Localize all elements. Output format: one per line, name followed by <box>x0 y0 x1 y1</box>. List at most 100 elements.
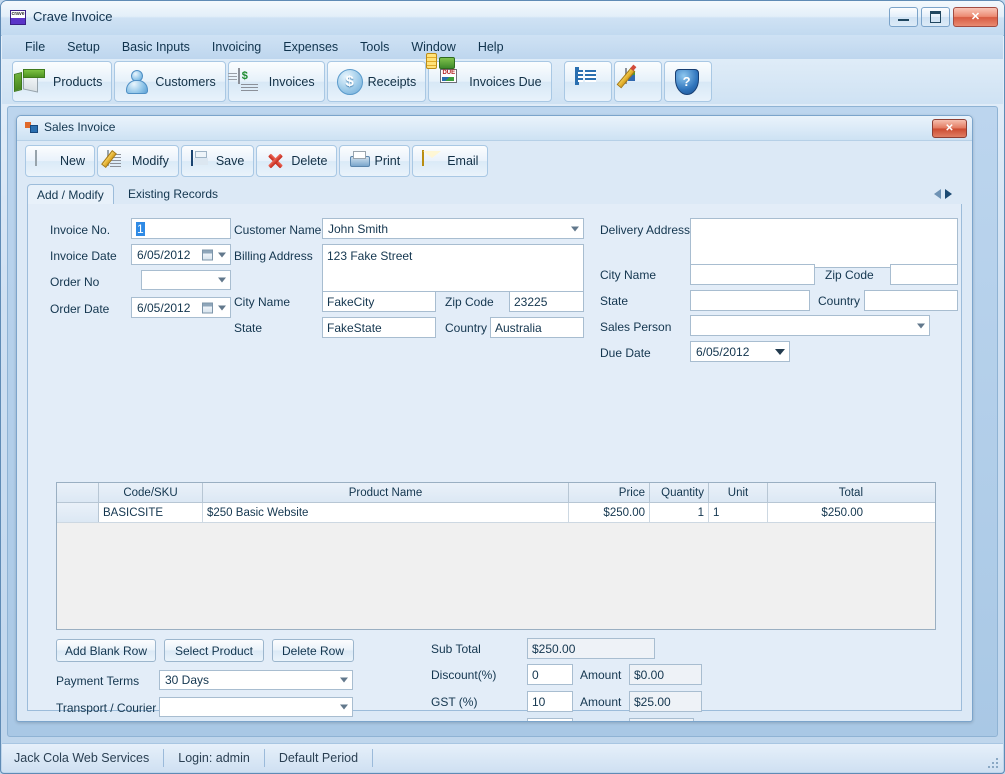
help-shield-icon: ? <box>674 68 701 95</box>
cell-price[interactable]: $250.00 <box>569 503 650 522</box>
sales-person-combo[interactable] <box>690 315 930 336</box>
money-due-icon: DUE <box>426 52 464 95</box>
minimize-button[interactable] <box>889 7 918 27</box>
payment-terms-combo[interactable]: 30 Days <box>159 670 353 690</box>
grid-header-unit[interactable]: Unit <box>709 483 768 502</box>
toolbar-button-customers[interactable]: Customers <box>114 61 226 102</box>
menu-item-setup[interactable]: Setup <box>56 37 111 57</box>
chevron-down-icon[interactable] <box>775 348 785 355</box>
scroll-right-icon[interactable] <box>945 189 952 199</box>
toolbar-button-edit-note[interactable] <box>613 61 662 102</box>
cell-code[interactable]: BASICSITE <box>99 503 203 522</box>
menu-item-expenses[interactable]: Expenses <box>272 37 349 57</box>
label-delivery-country: Country <box>818 294 861 308</box>
customer-name-combo[interactable]: John Smith <box>322 218 584 239</box>
tab-existing-records[interactable]: Existing Records <box>119 184 227 205</box>
toolbar-button-help[interactable]: ? <box>663 61 712 102</box>
chevron-down-icon[interactable] <box>571 226 579 231</box>
menu-item-help[interactable]: Help <box>467 37 515 57</box>
table-row[interactable]: BASICSITE $250 Basic Website $250.00 1 1… <box>57 503 935 523</box>
toolbar-button-receipts[interactable]: $ Receipts <box>326 61 427 102</box>
mdi-client-area: Sales Invoice ✕ New Modify Save Delete P… <box>7 106 998 737</box>
menu-item-file[interactable]: File <box>14 37 56 57</box>
child-close-button[interactable]: ✕ <box>932 119 967 138</box>
billing-country-value: Australia <box>495 320 542 335</box>
billing-state-value: FakeState <box>327 320 382 335</box>
calendar-icon[interactable] <box>202 249 213 260</box>
transport-courier-combo[interactable] <box>159 697 353 717</box>
close-button[interactable]: ✕ <box>953 7 998 27</box>
chevron-down-icon[interactable] <box>917 323 925 328</box>
delivery-address-textarea[interactable] <box>690 218 958 268</box>
discount-pct-input[interactable]: 0 <box>527 664 573 685</box>
cell-quantity[interactable]: 1 <box>650 503 709 522</box>
resize-grip[interactable] <box>986 756 1000 770</box>
button-label: New <box>60 153 86 168</box>
sub-total-text: $250.00 <box>532 641 576 656</box>
grid-header-total[interactable]: Total <box>768 483 867 502</box>
row-selector-cell[interactable] <box>57 503 99 522</box>
billing-state-input[interactable]: FakeState <box>322 317 436 338</box>
cell-total[interactable]: $250.00 <box>768 503 867 522</box>
delete-row-button[interactable]: Delete Row <box>272 639 354 662</box>
grid-header-product[interactable]: Product Name <box>203 483 569 502</box>
due-date-combo[interactable]: 6/05/2012 <box>690 341 790 362</box>
order-date-picker[interactable]: 6/05/2012 <box>131 297 231 318</box>
order-no-combo[interactable] <box>141 270 231 290</box>
delivery-country-input[interactable] <box>864 290 958 311</box>
select-product-button[interactable]: Select Product <box>164 639 264 662</box>
tab-add-modify[interactable]: Add / Modify <box>27 184 114 205</box>
chevron-down-icon[interactable] <box>340 704 348 710</box>
menu-item-tools[interactable]: Tools <box>349 37 400 57</box>
grid-header-price[interactable]: Price <box>569 483 650 502</box>
status-login: Login: admin <box>164 749 265 767</box>
cell-product-name[interactable]: $250 Basic Website <box>203 503 569 522</box>
sales-invoice-window: Sales Invoice ✕ New Modify Save Delete P… <box>16 115 973 722</box>
new-button[interactable]: New <box>25 144 96 177</box>
label-gst-amount: Amount <box>580 695 622 709</box>
discount-amount-text: $0.00 <box>634 667 665 682</box>
billing-zip-input[interactable]: 23225 <box>509 291 584 312</box>
chevron-down-icon[interactable] <box>218 277 226 283</box>
billing-city-input[interactable]: FakeCity <box>322 291 436 312</box>
grid-header-quantity[interactable]: Quantity <box>650 483 709 502</box>
menu-item-basic-inputs[interactable]: Basic Inputs <box>111 37 201 57</box>
dollar-circle-icon: $ <box>336 68 363 95</box>
shipping-pct-input[interactable]: 0 <box>527 718 573 721</box>
tab-scroll-controls[interactable] <box>934 187 960 201</box>
customer-name-value: John Smith <box>328 221 389 236</box>
delivery-zip-input[interactable] <box>890 264 958 285</box>
chevron-down-icon[interactable] <box>218 252 226 257</box>
billing-country-input[interactable]: Australia <box>490 317 584 338</box>
delivery-city-input[interactable] <box>690 264 815 285</box>
label-discount-amount: Amount <box>580 668 622 682</box>
scroll-left-icon[interactable] <box>934 189 941 199</box>
maximize-button[interactable] <box>921 7 950 27</box>
toolbar-button-invoices[interactable]: $ Invoices <box>227 61 325 102</box>
grid-header-code[interactable]: Code/SKU <box>99 483 203 502</box>
chevron-down-icon[interactable] <box>340 677 348 683</box>
toolbar-button-list-view[interactable] <box>563 61 612 102</box>
window-controls: ✕ <box>889 7 998 27</box>
toolbar-button-products[interactable]: Products <box>12 61 113 102</box>
calendar-icon[interactable] <box>202 302 213 313</box>
button-label: Modify <box>132 153 169 168</box>
gst-pct-input[interactable]: 10 <box>527 691 573 712</box>
invoice-no-input[interactable]: 1 <box>131 218 231 239</box>
delivery-state-input[interactable] <box>690 290 810 311</box>
menu-item-invoicing[interactable]: Invoicing <box>201 37 272 57</box>
invoice-items-grid[interactable]: Code/SKU Product Name Price Quantity Uni… <box>56 482 936 630</box>
cell-unit[interactable]: 1 <box>709 503 768 522</box>
print-button[interactable]: Print <box>339 144 411 177</box>
label-order-date: Order Date <box>50 302 110 316</box>
form-toolbar: New Modify Save Delete Print Email <box>17 140 972 181</box>
chevron-down-icon[interactable] <box>218 305 226 310</box>
invoice-date-picker[interactable]: 6/05/2012 <box>131 244 231 265</box>
modify-button[interactable]: Modify <box>97 144 179 177</box>
add-blank-row-button[interactable]: Add Blank Row <box>56 639 156 662</box>
billing-address-textarea[interactable]: 123 Fake Street <box>322 244 584 292</box>
toolbar-button-invoices-due[interactable]: DUE Invoices Due <box>426 52 552 102</box>
save-button[interactable]: Save <box>180 144 255 177</box>
email-button[interactable]: Email <box>412 144 489 177</box>
delete-button[interactable]: Delete <box>256 144 338 177</box>
